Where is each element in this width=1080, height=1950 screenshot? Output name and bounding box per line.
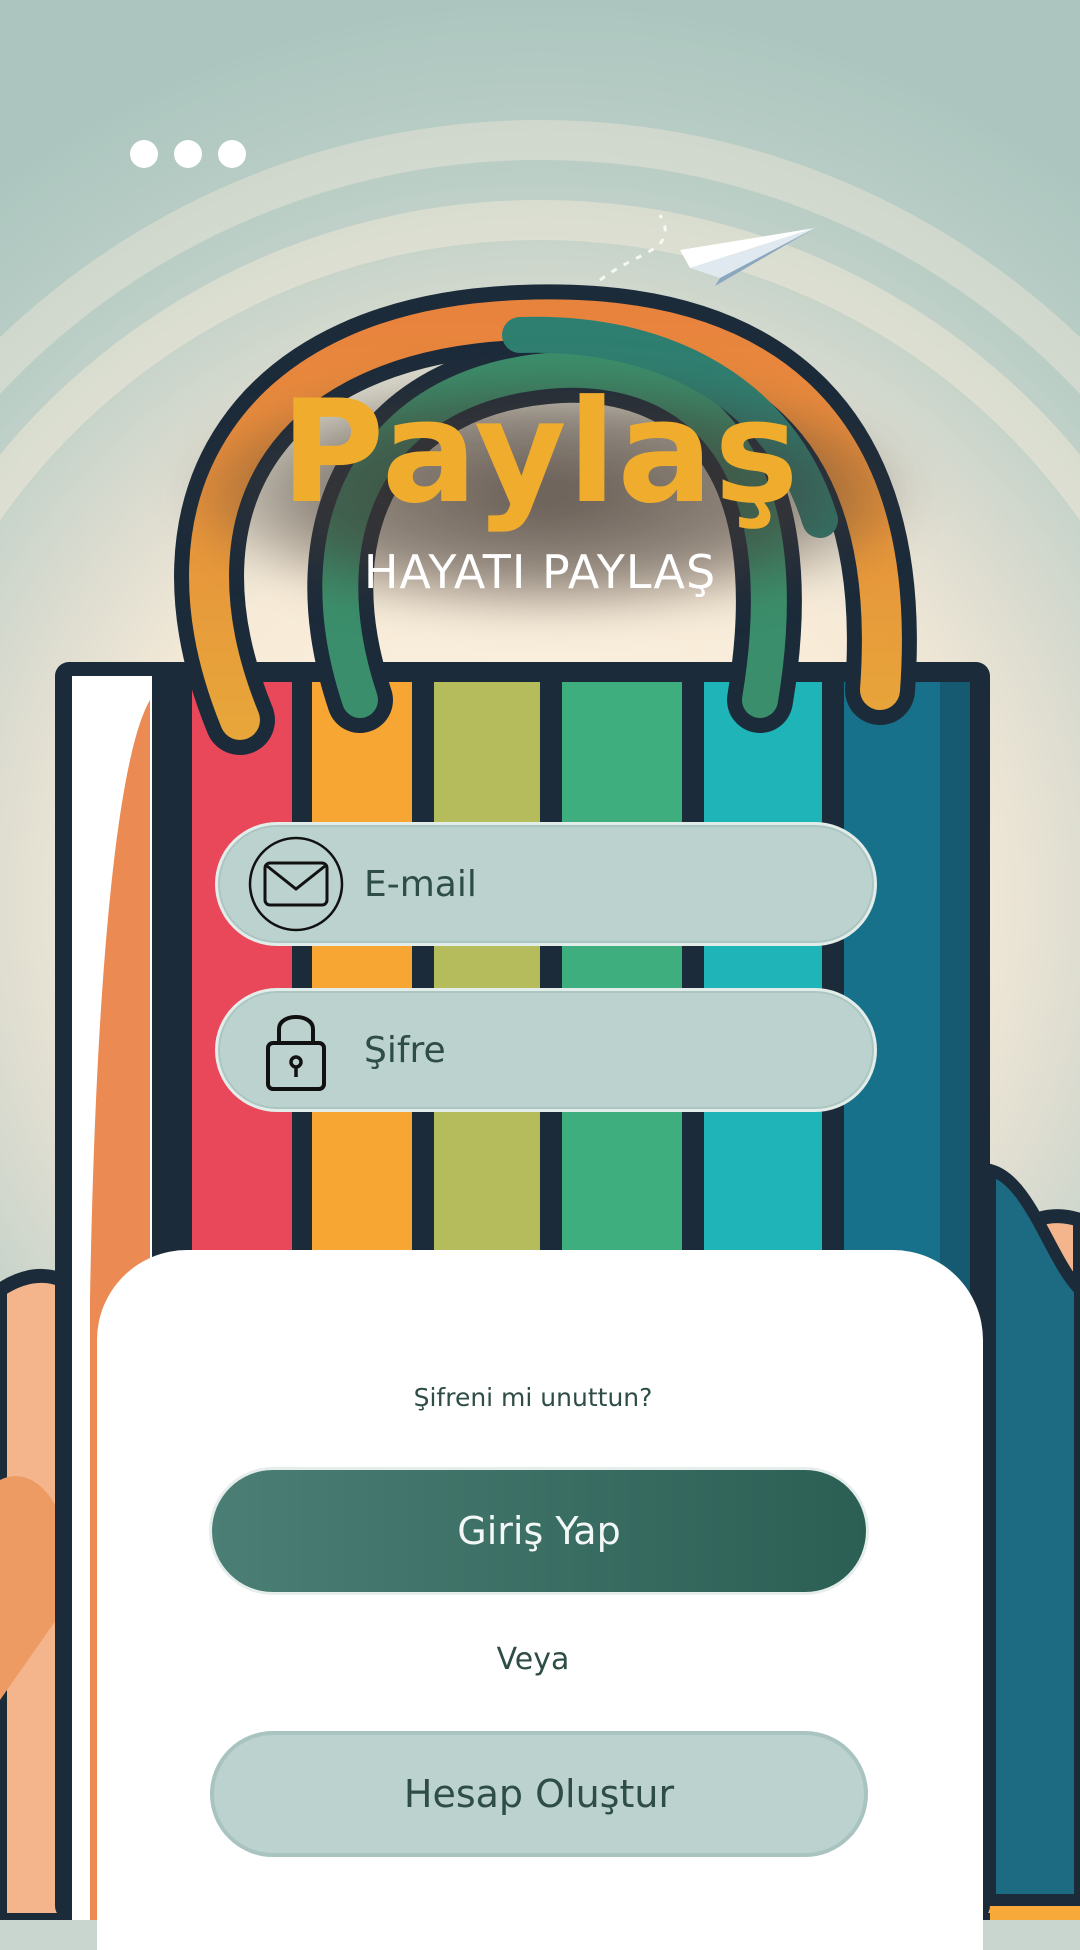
password-field[interactable]: Şifre bbox=[215, 988, 877, 1112]
app-title: Paylaş bbox=[280, 370, 800, 535]
envelope-icon bbox=[244, 832, 348, 936]
app-tagline: HAYATI PAYLAŞ bbox=[363, 545, 717, 599]
email-placeholder: E-mail bbox=[364, 863, 477, 905]
dot bbox=[218, 140, 246, 168]
password-placeholder: Şifre bbox=[364, 1029, 446, 1071]
paper-plane-icon bbox=[680, 228, 815, 286]
create-account-button[interactable]: Hesap Oluştur bbox=[210, 1731, 868, 1857]
login-button[interactable]: Giriş Yap bbox=[212, 1470, 866, 1592]
more-options-icon[interactable] bbox=[130, 140, 246, 168]
forgot-password-link[interactable]: Şifreni mi unuttun? bbox=[0, 1383, 1066, 1412]
dot bbox=[130, 140, 158, 168]
lock-icon bbox=[244, 998, 348, 1102]
or-divider-text: Veya bbox=[496, 1642, 570, 1677]
dot bbox=[174, 140, 202, 168]
email-field[interactable]: E-mail bbox=[215, 822, 877, 946]
